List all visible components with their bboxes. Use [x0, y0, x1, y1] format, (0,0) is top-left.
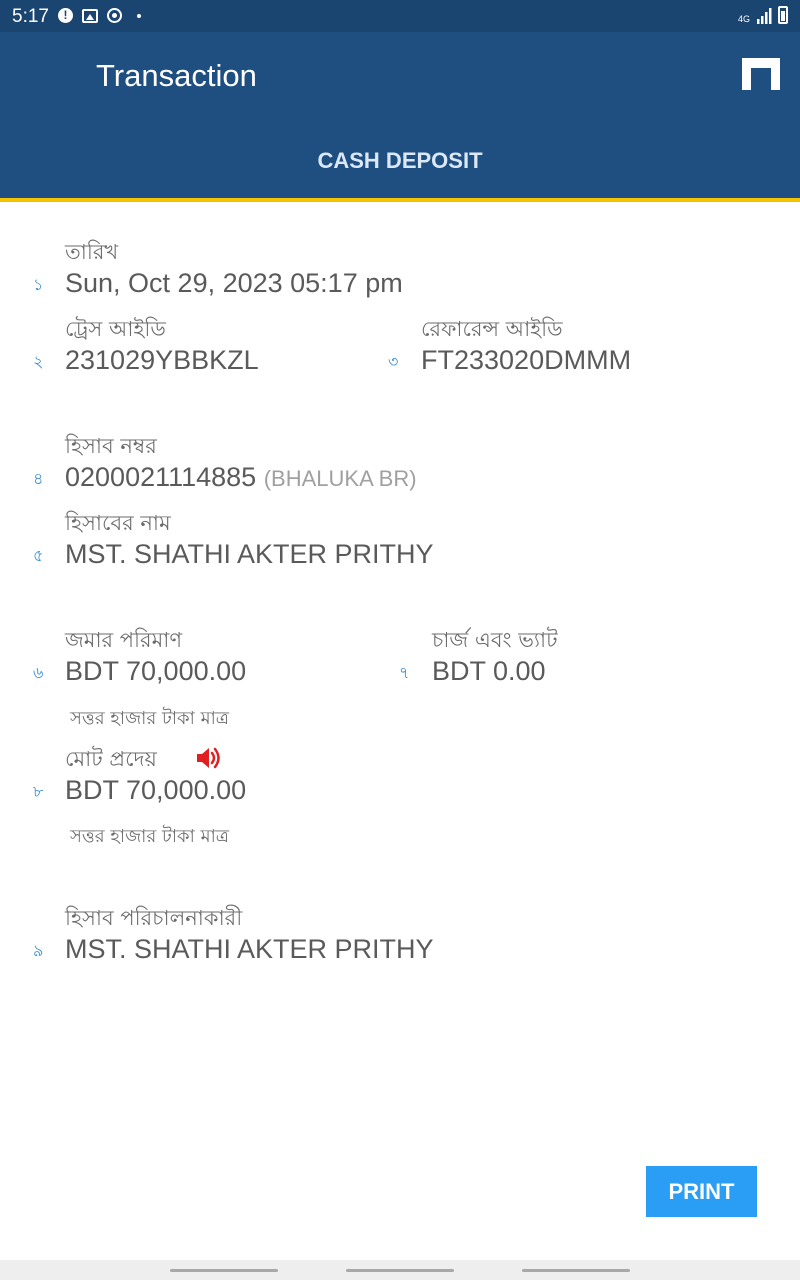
sync-icon [107, 8, 122, 23]
date-field: তারিখ Sun, Oct 29, 2023 05:17 pm [65, 238, 403, 300]
row-number: ৭ [399, 665, 410, 682]
account-number-label: হিসাব নম্বর [65, 434, 157, 458]
row-number: ৯ [33, 943, 44, 960]
alert-icon: ! [58, 8, 73, 23]
trace-id-field: ট্রেস আইডি 231029YBBKZL [65, 315, 259, 377]
row-number: ২ [33, 354, 44, 371]
account-operator-value: MST. SHATHI AKTER PRITHY [65, 934, 434, 964]
deposit-amount-in-words: সত্তর হাজার টাকা মাত্র [70, 708, 230, 729]
charge-vat-label: চার্জ এবং ভ্যাট [432, 628, 558, 652]
status-time: 5:17 [12, 6, 49, 27]
page-title: Transaction [96, 58, 257, 93]
charge-vat-field: চার্জ এবং ভ্যাট BDT 0.00 [432, 626, 558, 688]
tab-cash-deposit: CASH DEPOSIT [317, 148, 483, 173]
row-number: ৩ [388, 354, 399, 371]
nav-recents-button[interactable] [170, 1269, 278, 1272]
row-number: ৮ [33, 784, 44, 801]
status-system-icons: 4G [738, 6, 788, 24]
account-operator-label: হিসাব পরিচালনাকারী [65, 906, 243, 930]
speaker-icon[interactable] [195, 744, 223, 772]
date-label: তারিখ [65, 240, 119, 264]
reference-id-label: রেফারেন্স আইডি [421, 317, 563, 341]
signal-icon [757, 8, 772, 24]
deposit-amount-label: জমার পরিমাণ [65, 628, 183, 652]
account-operator-field: হিসাব পরিচালনাকারী MST. SHATHI AKTER PRI… [65, 904, 434, 966]
deposit-amount-value: BDT 70,000.00 [65, 656, 247, 686]
row-number: ৬ [33, 665, 44, 682]
dot-icon [137, 13, 141, 18]
row-number: ১ [33, 277, 44, 294]
reference-id-value: FT233020DMMM [421, 345, 632, 375]
branch-name: (BHALUKA BR) [263, 466, 417, 491]
date-value: Sun, Oct 29, 2023 05:17 pm [65, 268, 403, 298]
navigation-bar [0, 1260, 800, 1280]
home-icon[interactable] [742, 58, 780, 90]
total-payable-value: BDT 70,000.00 [65, 775, 247, 805]
app-bar: Transaction CASH DEPOSIT [0, 32, 800, 198]
status-bar: 5:17 ! 4G [0, 0, 800, 32]
account-name-label: হিসাবের নাম [65, 511, 171, 535]
charge-vat-value: BDT 0.00 [432, 656, 546, 686]
account-name-field: হিসাবের নাম MST. SHATHI AKTER PRITHY [65, 509, 434, 571]
account-name-value: MST. SHATHI AKTER PRITHY [65, 539, 434, 569]
battery-icon [778, 6, 788, 24]
trace-id-value: 231029YBBKZL [65, 345, 259, 375]
account-number-field: হিসাব নম্বর 0200021114885 (BHALUKA BR) [65, 432, 417, 496]
print-button[interactable]: PRINT [646, 1166, 757, 1217]
deposit-amount-field: জমার পরিমাণ BDT 70,000.00 [65, 626, 246, 688]
status-notification-icons: ! [58, 8, 141, 23]
row-number: ৫ [33, 548, 44, 565]
nav-back-button[interactable] [522, 1269, 630, 1272]
network-type-label: 4G [737, 14, 750, 24]
trace-id-label: ট্রেস আইডি [65, 317, 166, 341]
account-number-value: 0200021114885 [65, 462, 257, 492]
reference-id-field: রেফারেন্স আইডি FT233020DMMM [421, 315, 631, 377]
total-payable-in-words: সত্তর হাজার টাকা মাত্র [70, 826, 230, 847]
image-icon [82, 8, 98, 23]
accent-divider [0, 198, 800, 202]
row-number: ৪ [33, 471, 44, 488]
nav-home-button[interactable] [346, 1269, 454, 1272]
account-number-row: 0200021114885 (BHALUKA BR) [65, 460, 417, 496]
